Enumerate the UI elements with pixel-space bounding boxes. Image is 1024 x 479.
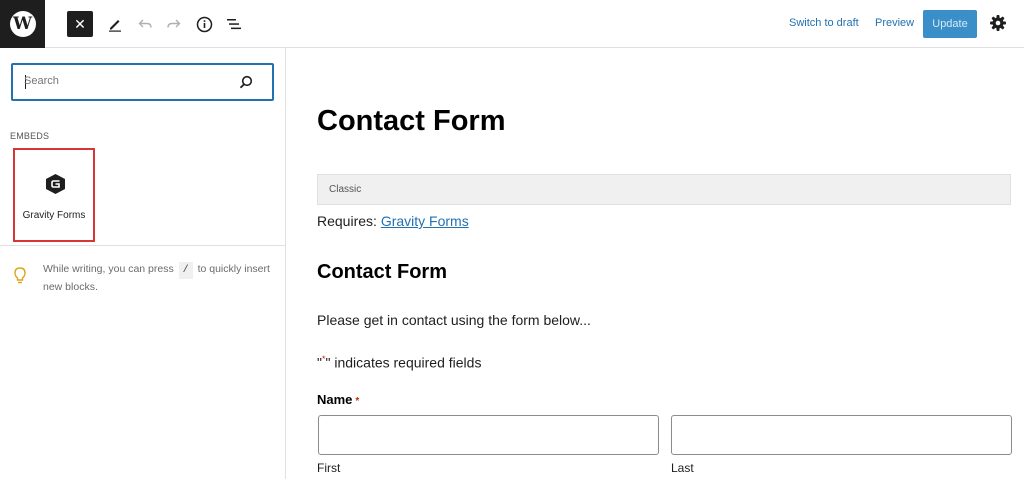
undo-icon [138,19,152,28]
close-icon: ✕ [74,16,86,32]
editor-toolbar: W ✕ Switch to draft Preview Update [0,0,1024,48]
redo-button[interactable] [161,11,187,37]
form-description: Please get in contact using the form bel… [317,312,591,328]
pencil-icon [109,20,121,32]
info-icon [196,16,212,32]
classic-block-label: Classic [329,184,362,195]
lightbulb-icon [14,267,26,284]
gravity-forms-icon [46,174,65,194]
block-inserter-panel: Search EMBEDS Gravity Forms While writin… [0,48,286,479]
divider [0,245,286,246]
details-button[interactable] [191,11,217,37]
wordpress-logo-button[interactable]: W [0,0,45,48]
block-search-input[interactable]: Search [11,63,274,101]
editor-canvas: Contact Form Classic Requires: Gravity F… [287,49,1024,479]
classic-block[interactable]: Classic [317,174,1011,205]
last-name-sublabel: Last [671,461,694,475]
tools-button[interactable] [102,11,128,37]
required-fields-note: "*" indicates required fields [317,354,482,371]
requires-notice: Requires: Gravity Forms [317,213,469,229]
gravity-forms-link[interactable]: Gravity Forms [381,213,469,229]
post-title[interactable]: Contact Form [317,105,506,138]
search-icon [239,75,253,89]
required-asterisk: * [355,396,360,407]
undo-button[interactable] [132,11,158,37]
block-item-label: Gravity Forms [22,210,86,221]
name-field-label: Name * [317,392,360,407]
search-placeholder: Search [24,75,59,87]
close-inserter-button[interactable]: ✕ [67,11,93,37]
list-view-button[interactable] [221,11,247,37]
switch-to-draft-button[interactable]: Switch to draft [789,17,859,29]
redo-icon [167,19,181,28]
first-name-input[interactable] [318,415,659,455]
wordpress-logo-icon: W [9,11,36,37]
inserter-tip: While writing, you can press / to quickl… [43,262,270,293]
first-name-sublabel: First [317,461,341,475]
list-view-icon [226,19,241,30]
update-button[interactable]: Update [923,10,977,38]
gear-icon[interactable] [989,14,1007,32]
shortcut-key: / [178,262,193,279]
form-heading: Contact Form [317,261,447,283]
block-item-gravity-forms[interactable]: Gravity Forms [13,148,95,242]
block-category-heading: EMBEDS [10,131,50,141]
last-name-input[interactable] [671,415,1012,455]
preview-button[interactable]: Preview [875,17,914,29]
